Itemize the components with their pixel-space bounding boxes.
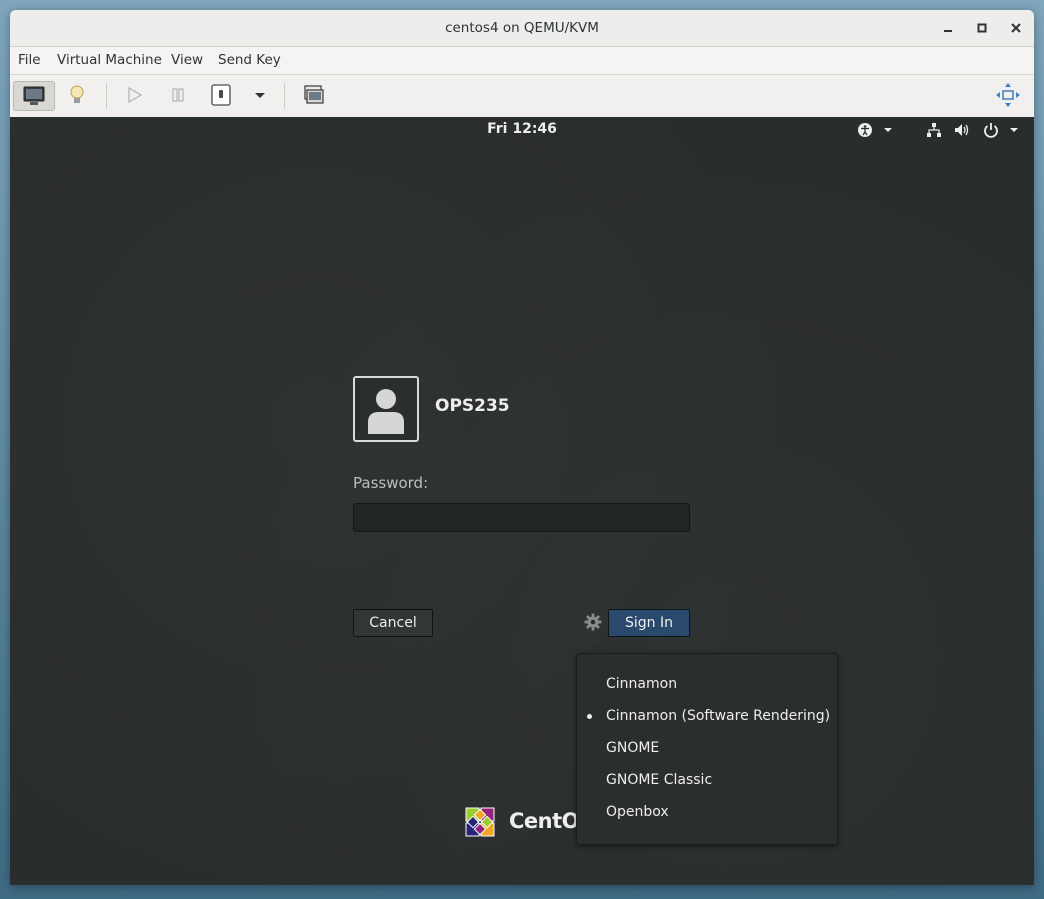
maximize-button[interactable] (972, 18, 992, 38)
session-item-cinnamon-software-rendering[interactable]: Cinnamon (Software Rendering) (577, 700, 837, 732)
menu-virtual-machine[interactable]: Virtual Machine (57, 47, 162, 74)
power-menu[interactable] (983, 122, 1021, 138)
centos-logo (458, 800, 502, 844)
run-icon (128, 86, 143, 104)
screenshot-button[interactable] (298, 81, 328, 111)
network-status[interactable] (926, 122, 942, 138)
session-item-openbox[interactable]: Openbox (577, 796, 837, 828)
console-button[interactable] (13, 81, 55, 111)
vm-console[interactable]: Fri 12:46 OPS235 Password: Cancel Sign I… (10, 117, 1034, 885)
close-icon (1011, 23, 1021, 33)
toolbar-separator (106, 83, 107, 109)
fullscreen-icon (996, 83, 1020, 107)
session-item-label: Cinnamon (Software Rendering) (606, 708, 831, 724)
accessibility-icon (858, 123, 892, 137)
run-button[interactable] (119, 81, 149, 111)
menu-send-key[interactable]: Send Key (218, 47, 281, 74)
dropdown-arrow-icon (255, 93, 265, 98)
user-avatar[interactable] (353, 376, 419, 442)
window-title: centos4 on QEMU/KVM (445, 20, 599, 36)
password-label: Password: (353, 474, 429, 492)
session-item-label: GNOME Classic (606, 772, 713, 788)
maximize-icon (977, 23, 987, 33)
password-input[interactable] (353, 503, 690, 532)
menu-view[interactable]: View (171, 47, 203, 74)
shutdown-button[interactable] (206, 81, 236, 111)
selected-indicator-icon (587, 714, 592, 719)
gear-icon (584, 613, 602, 631)
volume-status[interactable] (954, 122, 972, 138)
accessibility-menu[interactable] (857, 122, 893, 138)
menu-bar: File Virtual Machine View Send Key (10, 47, 1034, 75)
pause-button[interactable] (163, 81, 193, 111)
screenshot-icon (304, 85, 324, 104)
session-item-gnome-classic[interactable]: GNOME Classic (577, 764, 837, 796)
shutdown-icon (211, 84, 231, 106)
fullscreen-button[interactable] (993, 81, 1023, 111)
toolbar (10, 75, 1034, 118)
power-icon (984, 123, 1018, 138)
session-item-gnome[interactable]: GNOME (577, 732, 837, 764)
minimize-button[interactable] (938, 18, 958, 38)
volume-icon (955, 124, 969, 136)
lightbulb-icon (70, 85, 84, 103)
pause-icon (172, 88, 184, 102)
cancel-button[interactable]: Cancel (353, 609, 433, 637)
session-item-cinnamon[interactable]: Cinnamon (577, 668, 837, 700)
session-item-label: Openbox (606, 804, 669, 820)
vm-window: centos4 on QEMU/KVM File Virtual Machine… (10, 10, 1034, 885)
title-bar[interactable]: centos4 on QEMU/KVM (10, 10, 1034, 47)
session-menu: Cinnamon Cinnamon (Software Rendering) G… (576, 653, 838, 845)
user-icon (368, 389, 404, 434)
session-item-label: Cinnamon (606, 676, 678, 692)
minimize-icon (944, 30, 952, 32)
console-icon (23, 86, 45, 105)
network-icon (927, 123, 941, 137)
centos-logo-icon (465, 807, 495, 837)
username-label: OPS235 (435, 396, 510, 416)
shutdown-menu-button[interactable] (245, 81, 275, 111)
sign-in-button[interactable]: Sign In (608, 609, 690, 637)
details-button[interactable] (62, 81, 92, 111)
toolbar-separator (284, 83, 285, 109)
menu-file[interactable]: File (18, 47, 41, 74)
session-settings-button[interactable] (584, 613, 602, 631)
session-item-label: GNOME (606, 740, 660, 756)
close-button[interactable] (1006, 18, 1026, 38)
